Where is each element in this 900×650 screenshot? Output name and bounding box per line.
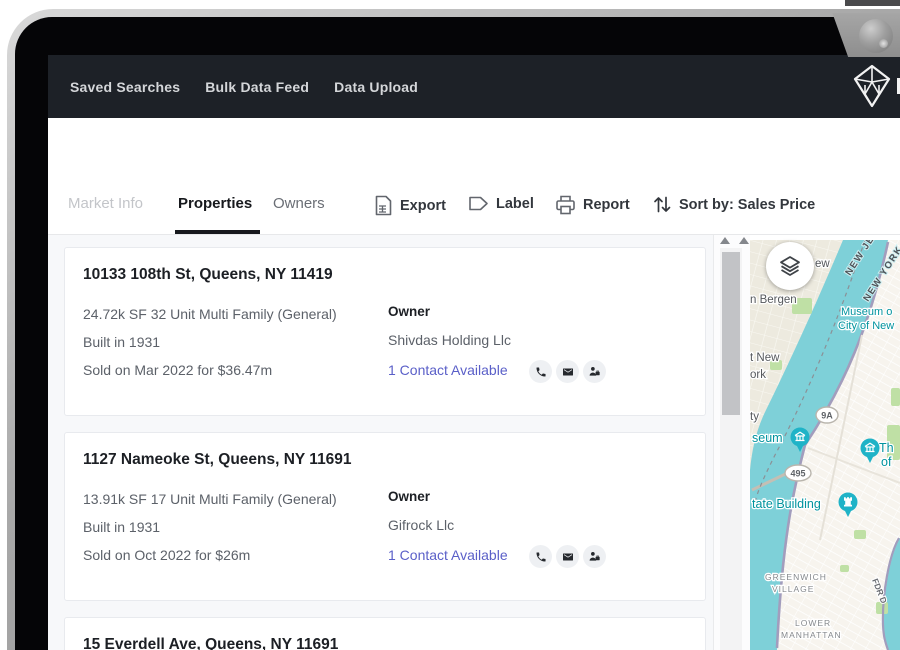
nav-item-saved-searches[interactable]: Saved Searches (70, 79, 180, 95)
contact-email-icon[interactable] (556, 360, 579, 383)
tabs-toolbar-row: Market Info Properties Owners Export Lab… (48, 180, 900, 235)
map-label-west-new-york-2: ork (750, 369, 766, 381)
report-label: Report (583, 197, 630, 213)
owner-name: Shivdas Holding Llc (388, 332, 511, 348)
map-label-view-partial: ew (815, 258, 830, 270)
report-button[interactable]: Report (555, 195, 630, 215)
property-detail-size: 13.91k SF 17 Unit Multi Family (General) (83, 491, 337, 507)
contact-phone-icon[interactable] (529, 545, 552, 568)
property-address: 1127 Nameoke St, Queens, NY 11691 (83, 451, 352, 469)
contact-email-icon[interactable] (556, 545, 579, 568)
active-tab-underline (175, 230, 260, 234)
property-card[interactable]: 15 Everdell Ave, Queens, NY 11691 (64, 617, 706, 650)
map-label-moma-2: of (881, 455, 892, 469)
map-label-lower-manhattan-2: MANHATTAN (781, 630, 842, 640)
sort-label: Sort by: Sales Price (679, 197, 815, 213)
map-label-west-new-york-1: t New (750, 352, 780, 364)
map-label-empire-state-partial: tate Building (752, 497, 821, 511)
map-label-lower-manhattan-1: LOWER (795, 618, 831, 628)
property-results-list: 10133 108th St, Queens, NY 11419 24.72k … (48, 235, 713, 650)
search-filter-row: Property type: Multi Family (General) × … (48, 118, 900, 180)
tab-owners[interactable]: Owners (273, 195, 325, 212)
map-label-greenwich-1: GREENWICH (765, 572, 827, 582)
owner-label: Owner (388, 489, 430, 504)
contact-phone-icon[interactable] (529, 360, 552, 383)
property-address: 10133 108th St, Queens, NY 11419 (83, 266, 333, 284)
nav-item-data-upload[interactable]: Data Upload (334, 79, 418, 95)
owner-name: Gifrock Llc (388, 517, 454, 533)
report-printer-icon (555, 195, 576, 215)
contact-available-link[interactable]: 1 Contact Available (388, 547, 508, 563)
tab-properties[interactable]: Properties (178, 195, 252, 212)
contact-person-icon[interactable] (583, 360, 606, 383)
export-spreadsheet-icon (374, 195, 393, 216)
property-detail-size: 24.72k SF 32 Unit Multi Family (General) (83, 306, 337, 322)
device-camera-lens (859, 19, 893, 53)
property-detail-built: Built in 1931 (83, 519, 160, 535)
label-button[interactable]: Label (468, 195, 534, 212)
device-top-strip (845, 0, 900, 6)
contact-person-icon[interactable] (583, 545, 606, 568)
map-label-moma-1: Th (879, 441, 894, 455)
map-label-museum-city-1: Museum o (841, 306, 892, 318)
map-label-city-partial: ty (750, 411, 759, 423)
sort-button[interactable]: Sort by: Sales Price (652, 195, 815, 214)
tab-market-info[interactable]: Market Info (68, 195, 143, 212)
owner-label: Owner (388, 304, 430, 319)
brand-diamond-logo-icon (852, 64, 892, 108)
nav-item-bulk-data-feed[interactable]: Bulk Data Feed (205, 79, 309, 95)
property-detail-built: Built in 1931 (83, 334, 160, 350)
label-label: Label (496, 196, 534, 212)
scroll-up-arrow[interactable] (720, 237, 730, 244)
scroll-up-arrow[interactable] (739, 237, 749, 244)
screenshot-canvas: Saved Searches Bulk Data Feed Data Uploa… (0, 0, 900, 650)
scrollbar-thumb[interactable] (722, 252, 740, 415)
device-camera-glint (879, 39, 888, 48)
map-label-greenwich-2: VILLAGE (772, 584, 814, 594)
top-navigation-bar: Saved Searches Bulk Data Feed Data Uploa… (48, 55, 900, 118)
app-screen: Saved Searches Bulk Data Feed Data Uploa… (48, 55, 900, 650)
layers-icon (778, 254, 802, 278)
property-card[interactable]: 1127 Nameoke St, Queens, NY 11691 13.91k… (64, 432, 706, 601)
label-tag-icon (468, 195, 489, 212)
contact-available-link[interactable]: 1 Contact Available (388, 362, 508, 378)
map-panel[interactable]: ew n Bergen t New ork ty GREENWICH VILLA… (750, 240, 900, 650)
sort-arrows-icon (652, 195, 672, 214)
svg-text:9A: 9A (821, 411, 833, 421)
map-route-shield-9a: 9A (816, 407, 838, 423)
property-card[interactable]: 10133 108th St, Queens, NY 11419 24.72k … (64, 247, 706, 416)
export-button[interactable]: Export (374, 195, 446, 216)
property-detail-sold: Sold on Mar 2022 for $36.47m (83, 362, 272, 378)
property-address: 15 Everdell Ave, Queens, NY 11691 (83, 636, 338, 650)
map-label-north-bergen: n Bergen (750, 294, 797, 306)
map-label-museum-city-2: City of New (838, 320, 894, 332)
svg-text:495: 495 (790, 469, 805, 479)
map-route-shield-495: 495 (785, 465, 811, 481)
map-canvas: ew n Bergen t New ork ty GREENWICH VILLA… (750, 240, 900, 650)
property-detail-sold: Sold on Oct 2022 for $26m (83, 547, 250, 563)
map-layers-button[interactable] (766, 242, 814, 290)
map-label-intrepid-partial: seum (752, 431, 783, 445)
export-label: Export (400, 198, 446, 214)
